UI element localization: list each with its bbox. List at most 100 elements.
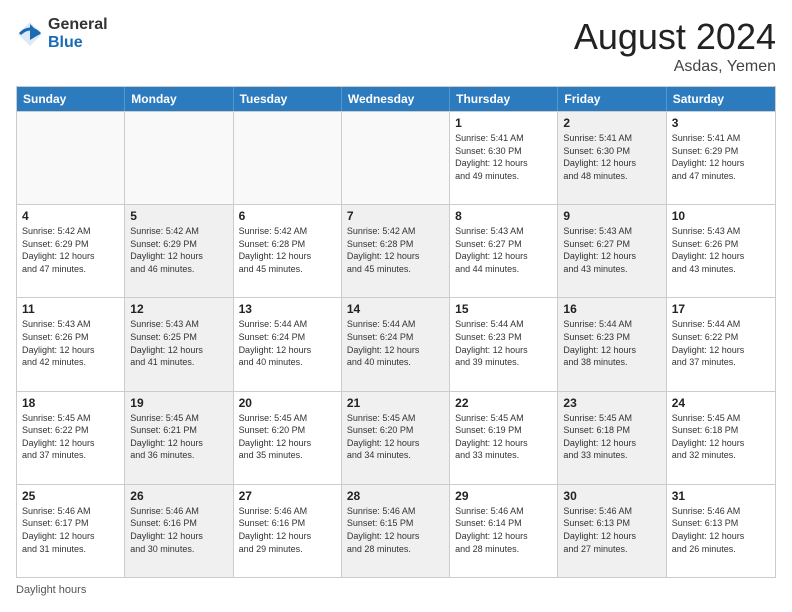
day-info: Sunrise: 5:45 AM Sunset: 6:21 PM Dayligh… [130,412,227,462]
cal-row-4: 25 Sunrise: 5:46 AM Sunset: 6:17 PM Dayli… [17,484,775,577]
day-number: 29 [455,489,552,503]
cal-cell-day-17: 17 Sunrise: 5:44 AM Sunset: 6:22 PM Dayli… [667,298,775,390]
cal-cell-day-31: 31 Sunrise: 5:46 AM Sunset: 6:13 PM Dayli… [667,485,775,577]
cal-cell-day-23: 23 Sunrise: 5:45 AM Sunset: 6:18 PM Dayli… [558,392,666,484]
cal-cell-day-2: 2 Sunrise: 5:41 AM Sunset: 6:30 PM Daylig… [558,112,666,204]
header-day-sunday: Sunday [17,87,125,111]
cal-cell-day-10: 10 Sunrise: 5:43 AM Sunset: 6:26 PM Dayli… [667,205,775,297]
day-info: Sunrise: 5:44 AM Sunset: 6:23 PM Dayligh… [563,318,660,368]
cal-cell-day-8: 8Sunrise: 5:43 AM Sunset: 6:27 PM Daylig… [450,205,558,297]
day-number: 14 [347,302,444,316]
day-number: 6 [239,209,336,223]
day-number: 25 [22,489,119,503]
day-info: Sunrise: 5:45 AM Sunset: 6:19 PM Dayligh… [455,412,552,462]
header-day-tuesday: Tuesday [234,87,342,111]
cal-cell-day-25: 25 Sunrise: 5:46 AM Sunset: 6:17 PM Dayli… [17,485,125,577]
day-info: Sunrise: 5:45 AM Sunset: 6:20 PM Dayligh… [347,412,444,462]
day-number: 3 [672,116,770,130]
day-number: 4 [22,209,119,223]
cal-cell-day-21: 21Sunrise: 5:45 AM Sunset: 6:20 PM Dayli… [342,392,450,484]
header-day-saturday: Saturday [667,87,775,111]
day-info: Sunrise: 5:46 AM Sunset: 6:13 PM Dayligh… [672,505,770,555]
day-info: Sunrise: 5:41 AM Sunset: 6:30 PM Dayligh… [563,132,660,182]
day-info: Sunrise: 5:43 AM Sunset: 6:26 PM Dayligh… [672,225,770,275]
cal-cell-empty [125,112,233,204]
header-day-monday: Monday [125,87,233,111]
day-info: Sunrise: 5:46 AM Sunset: 6:15 PM Dayligh… [347,505,444,555]
cal-cell-day-1: 1Sunrise: 5:41 AM Sunset: 6:30 PM Daylig… [450,112,558,204]
day-number: 26 [130,489,227,503]
daylight-label: Daylight hours [16,584,86,596]
cal-cell-day-5: 5Sunrise: 5:42 AM Sunset: 6:29 PM Daylig… [125,205,233,297]
day-number: 18 [22,396,119,410]
cal-cell-day-18: 18 Sunrise: 5:45 AM Sunset: 6:22 PM Dayli… [17,392,125,484]
day-info: Sunrise: 5:43 AM Sunset: 6:27 PM Dayligh… [455,225,552,275]
day-info: Sunrise: 5:44 AM Sunset: 6:22 PM Dayligh… [672,318,770,368]
day-info: Sunrise: 5:45 AM Sunset: 6:22 PM Dayligh… [22,412,119,462]
day-number: 22 [455,396,552,410]
day-number: 19 [130,396,227,410]
day-number: 1 [455,116,552,130]
day-number: 27 [239,489,336,503]
cal-cell-day-27: 27 Sunrise: 5:46 AM Sunset: 6:16 PM Dayli… [234,485,342,577]
calendar: SundayMondayTuesdayWednesdayThursdayFrid… [16,86,776,578]
day-info: Sunrise: 5:45 AM Sunset: 6:18 PM Dayligh… [672,412,770,462]
day-number: 7 [347,209,444,223]
calendar-header-row: SundayMondayTuesdayWednesdayThursdayFrid… [17,87,775,111]
cal-cell-day-24: 24Sunrise: 5:45 AM Sunset: 6:18 PM Dayli… [667,392,775,484]
day-info: Sunrise: 5:44 AM Sunset: 6:24 PM Dayligh… [239,318,336,368]
day-number: 5 [130,209,227,223]
day-info: Sunrise: 5:46 AM Sunset: 6:16 PM Dayligh… [130,505,227,555]
page: General Blue August 2024 Asdas, Yemen Su… [0,0,792,612]
day-number: 31 [672,489,770,503]
cal-cell-day-14: 14 Sunrise: 5:44 AM Sunset: 6:24 PM Dayli… [342,298,450,390]
calendar-body: 1 Sunrise: 5:41 AM Sunset: 6:30 PM Daylig… [17,111,775,577]
cal-cell-day-29: 29Sunrise: 5:46 AM Sunset: 6:14 PM Dayli… [450,485,558,577]
cal-cell-day-20: 20Sunrise: 5:45 AM Sunset: 6:20 PM Dayli… [234,392,342,484]
day-info: Sunrise: 5:46 AM Sunset: 6:13 PM Dayligh… [563,505,660,555]
header-day-friday: Friday [558,87,666,111]
cal-cell-day-26: 26 Sunrise: 5:46 AM Sunset: 6:16 PM Dayli… [125,485,233,577]
day-number: 17 [672,302,770,316]
cal-cell-day-13: 13 Sunrise: 5:44 AM Sunset: 6:24 PM Dayli… [234,298,342,390]
day-number: 13 [239,302,336,316]
day-number: 20 [239,396,336,410]
cal-row-3: 18 Sunrise: 5:45 AM Sunset: 6:22 PM Dayli… [17,391,775,484]
day-info: Sunrise: 5:43 AM Sunset: 6:25 PM Dayligh… [130,318,227,368]
cal-cell-empty [342,112,450,204]
logo-icon [16,20,44,48]
cal-cell-empty [17,112,125,204]
day-info: Sunrise: 5:44 AM Sunset: 6:23 PM Dayligh… [455,318,552,368]
cal-cell-day-19: 19 Sunrise: 5:45 AM Sunset: 6:21 PM Dayli… [125,392,233,484]
day-info: Sunrise: 5:44 AM Sunset: 6:24 PM Dayligh… [347,318,444,368]
cal-row-0: 1 Sunrise: 5:41 AM Sunset: 6:30 PM Daylig… [17,111,775,204]
cal-cell-day-3: 3 Sunrise: 5:41 AM Sunset: 6:29 PM Daylig… [667,112,775,204]
cal-cell-day-12: 12Sunrise: 5:43 AM Sunset: 6:25 PM Dayli… [125,298,233,390]
day-info: Sunrise: 5:43 AM Sunset: 6:26 PM Dayligh… [22,318,119,368]
footer-note: Daylight hours [16,584,776,596]
cal-cell-day-28: 28Sunrise: 5:46 AM Sunset: 6:15 PM Dayli… [342,485,450,577]
day-info: Sunrise: 5:46 AM Sunset: 6:16 PM Dayligh… [239,505,336,555]
day-number: 23 [563,396,660,410]
logo-general-text: General [48,16,108,34]
day-info: Sunrise: 5:42 AM Sunset: 6:29 PM Dayligh… [22,225,119,275]
day-info: Sunrise: 5:46 AM Sunset: 6:17 PM Dayligh… [22,505,119,555]
day-number: 10 [672,209,770,223]
month-title: August 2024 [574,16,776,58]
cal-cell-day-22: 22 Sunrise: 5:45 AM Sunset: 6:19 PM Dayli… [450,392,558,484]
header-day-wednesday: Wednesday [342,87,450,111]
cal-cell-day-16: 16 Sunrise: 5:44 AM Sunset: 6:23 PM Dayli… [558,298,666,390]
cal-cell-day-4: 4 Sunrise: 5:42 AM Sunset: 6:29 PM Daylig… [17,205,125,297]
location-title: Asdas, Yemen [574,58,776,76]
day-number: 16 [563,302,660,316]
day-number: 11 [22,302,119,316]
day-number: 30 [563,489,660,503]
day-number: 2 [563,116,660,130]
day-info: Sunrise: 5:41 AM Sunset: 6:29 PM Dayligh… [672,132,770,182]
cal-row-1: 4 Sunrise: 5:42 AM Sunset: 6:29 PM Daylig… [17,204,775,297]
cal-cell-day-15: 15Sunrise: 5:44 AM Sunset: 6:23 PM Dayli… [450,298,558,390]
header-day-thursday: Thursday [450,87,558,111]
cal-cell-day-11: 11 Sunrise: 5:43 AM Sunset: 6:26 PM Dayli… [17,298,125,390]
day-info: Sunrise: 5:45 AM Sunset: 6:18 PM Dayligh… [563,412,660,462]
cal-cell-day-7: 7Sunrise: 5:42 AM Sunset: 6:28 PM Daylig… [342,205,450,297]
